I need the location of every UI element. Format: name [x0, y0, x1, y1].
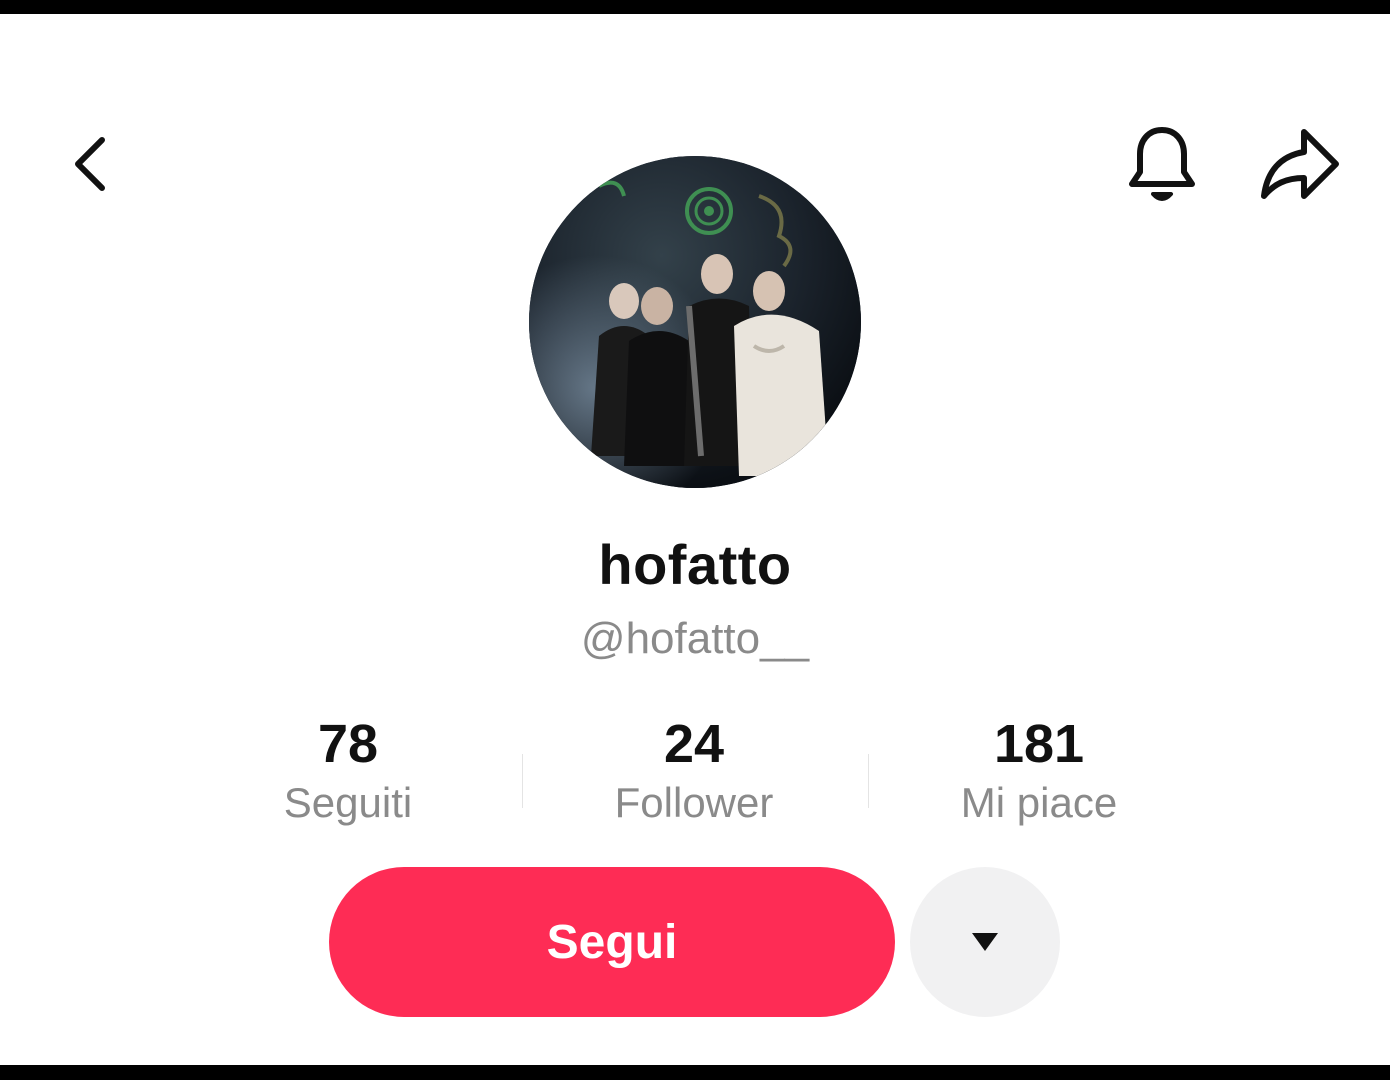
share-button[interactable]	[1252, 120, 1348, 208]
stat-label: Seguiti	[283, 779, 413, 826]
stat-label: Follower	[614, 779, 774, 826]
chevron-left-icon	[75, 137, 105, 191]
group-photo-avatar	[529, 156, 861, 488]
follow-button[interactable]: Segui	[329, 867, 895, 1017]
stat-value: 181	[993, 714, 1085, 774]
caret-down-icon	[972, 933, 998, 951]
username: @hofatto__	[580, 614, 810, 663]
bell-icon	[1129, 127, 1195, 201]
notifications-button[interactable]	[1118, 120, 1206, 208]
stat-value: 24	[663, 714, 725, 774]
stat-followers[interactable]: 24 Follower	[544, 714, 844, 832]
stat-label: Mi piace	[960, 779, 1118, 826]
profile-screen: hofatto @hofatto__ 78 Seguiti 24 Followe…	[0, 14, 1390, 1065]
divider	[522, 754, 523, 808]
share-arrow-icon	[1261, 129, 1339, 199]
stat-following[interactable]: 78 Seguiti	[198, 714, 498, 832]
back-button[interactable]	[52, 126, 132, 202]
suggested-accounts-button[interactable]	[910, 867, 1060, 1017]
display-name: hofatto	[598, 533, 792, 596]
stat-value: 78	[317, 714, 379, 774]
avatar[interactable]	[529, 156, 861, 488]
divider	[868, 754, 869, 808]
stat-likes: 181 Mi piace	[889, 714, 1189, 832]
